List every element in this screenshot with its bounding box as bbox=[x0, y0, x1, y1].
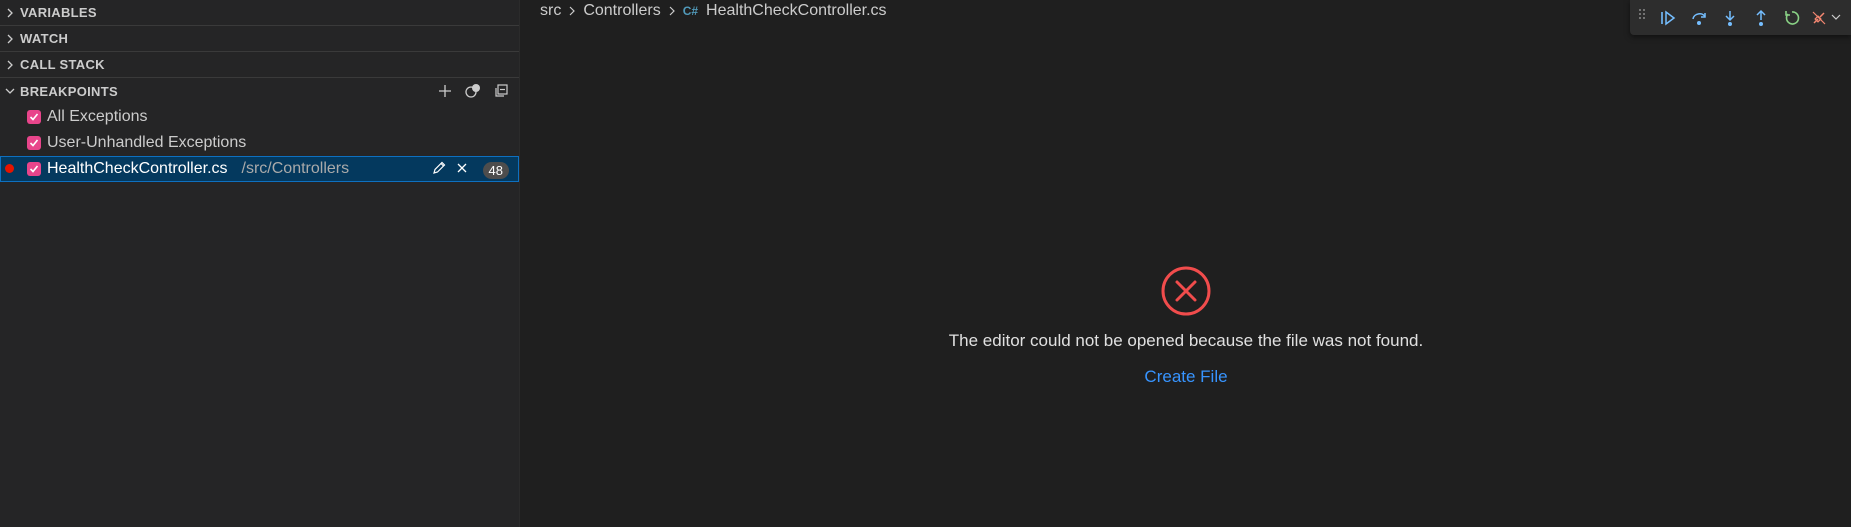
step-into-icon[interactable] bbox=[1714, 3, 1745, 33]
remove-icon[interactable] bbox=[455, 161, 469, 180]
breakpoint-item[interactable]: User-Unhandled Exceptions bbox=[0, 130, 519, 156]
breadcrumb: src Controllers C# HealthCheckController… bbox=[540, 0, 887, 22]
breakpoint-path: /src/Controllers bbox=[241, 160, 350, 177]
step-out-icon[interactable] bbox=[1745, 3, 1776, 33]
section-call-stack[interactable]: CALL STACK bbox=[0, 52, 519, 78]
section-variables[interactable]: VARIABLES bbox=[0, 0, 519, 26]
edit-icon[interactable] bbox=[431, 160, 447, 181]
chevron-down-icon bbox=[2, 83, 18, 99]
breadcrumb-item[interactable]: HealthCheckController.cs bbox=[706, 2, 887, 20]
breakpoints-actions bbox=[435, 82, 511, 100]
breakpoint-item-selected[interactable]: HealthCheckController.cs /src/Controller… bbox=[0, 156, 519, 182]
section-title: CALL STACK bbox=[20, 57, 105, 72]
breakpoint-checkbox[interactable] bbox=[27, 110, 41, 124]
collapse-all-icon[interactable] bbox=[491, 82, 511, 100]
error-icon bbox=[1161, 266, 1211, 316]
breakpoint-row-actions: 48 bbox=[431, 160, 509, 181]
error-message: The editor could not be opened because t… bbox=[948, 331, 1424, 350]
section-watch[interactable]: WATCH bbox=[0, 26, 519, 52]
breakpoint-label: User-Unhandled Exceptions bbox=[47, 134, 247, 151]
breakpoint-item[interactable]: All Exceptions bbox=[0, 104, 519, 130]
chevron-right-icon bbox=[2, 5, 18, 21]
continue-icon[interactable] bbox=[1652, 3, 1683, 33]
csharp-file-icon: C# bbox=[682, 4, 699, 18]
breakpoint-label: All Exceptions bbox=[47, 108, 148, 125]
restart-icon[interactable] bbox=[1776, 3, 1807, 33]
breadcrumb-item[interactable]: Controllers bbox=[583, 2, 660, 20]
breadcrumb-item[interactable]: src bbox=[540, 2, 561, 20]
section-breakpoints[interactable]: BREAKPOINTS bbox=[0, 78, 519, 104]
chevron-right-icon bbox=[2, 57, 18, 73]
drag-handle-icon[interactable] bbox=[1638, 8, 1652, 27]
section-title: BREAKPOINTS bbox=[20, 83, 118, 99]
chevron-right-icon bbox=[567, 5, 577, 17]
breakpoint-checkbox[interactable] bbox=[27, 136, 41, 150]
step-over-icon[interactable] bbox=[1683, 3, 1714, 33]
chevron-down-icon[interactable] bbox=[1831, 9, 1841, 27]
line-number-badge: 48 bbox=[482, 162, 509, 179]
section-title: WATCH bbox=[20, 31, 69, 46]
debug-toolbar bbox=[1630, 0, 1851, 35]
chevron-right-icon bbox=[667, 5, 677, 17]
section-title: VARIABLES bbox=[20, 5, 97, 20]
editor-area: src Controllers C# HealthCheckController… bbox=[521, 0, 1851, 527]
error-panel: The editor could not be opened because t… bbox=[521, 265, 1851, 387]
chevron-right-icon bbox=[2, 31, 18, 47]
breakpoint-label: HealthCheckController.cs bbox=[47, 160, 228, 177]
disconnect-icon[interactable] bbox=[1807, 3, 1831, 33]
toggle-breakpoints-icon[interactable] bbox=[463, 82, 483, 100]
add-icon[interactable] bbox=[435, 82, 455, 100]
create-file-link[interactable]: Create File bbox=[1144, 367, 1227, 387]
breakpoint-checkbox[interactable] bbox=[27, 162, 41, 176]
debug-sidebar: VARIABLES WATCH CALL STACK BREAKPOINTS A… bbox=[0, 0, 520, 527]
breakpoint-dot-icon bbox=[5, 164, 14, 173]
